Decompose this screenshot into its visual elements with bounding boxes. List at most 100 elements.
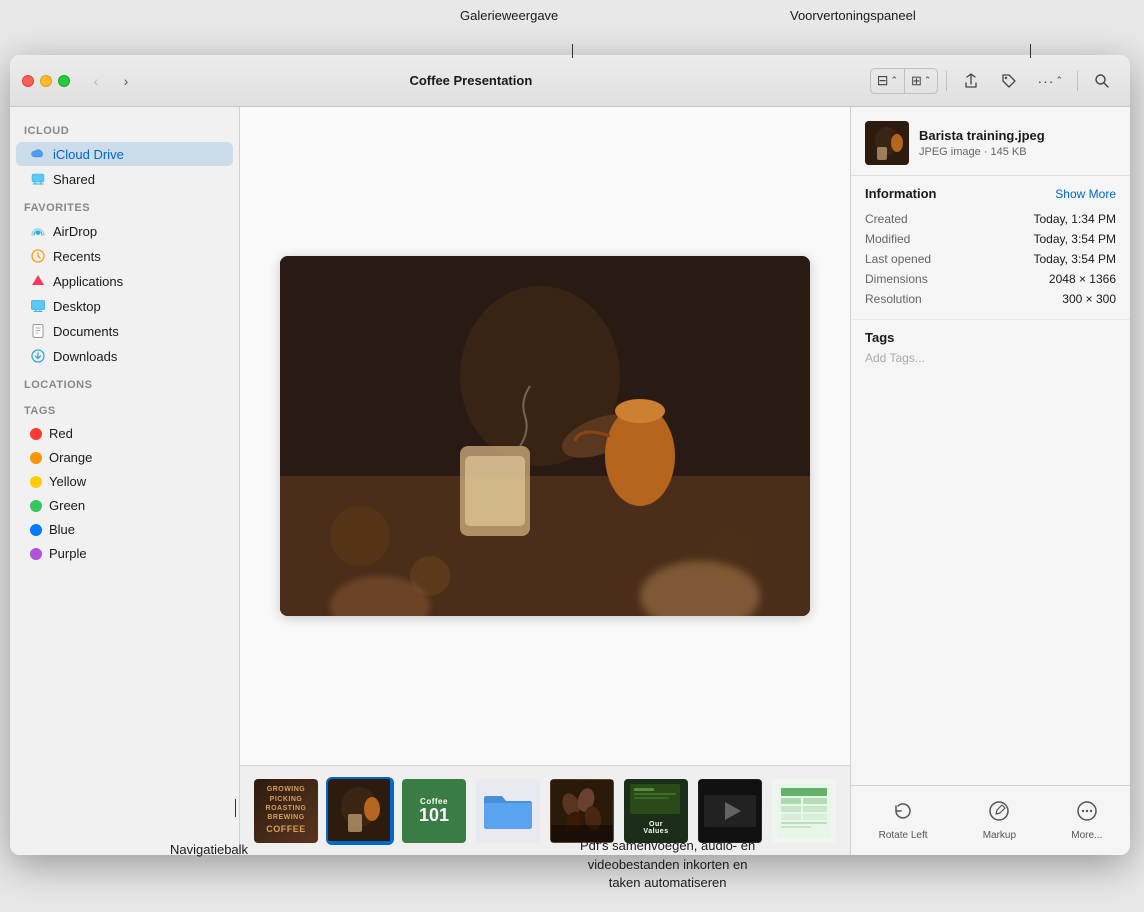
info-row-modified: Modified Today, 3:54 PM (865, 229, 1116, 249)
downloads-icon (30, 348, 46, 364)
sidebar-section-tags: Tags (10, 395, 239, 421)
sidebar-item-shared[interactable]: Shared (16, 167, 233, 191)
sidebar-item-tag-blue[interactable]: Blue (16, 518, 233, 541)
info-row-resolution: Resolution 300 × 300 (865, 289, 1116, 309)
annotation-gallery-label: Galerieweergave (460, 8, 558, 23)
sidebar-item-desktop[interactable]: Desktop (16, 294, 233, 318)
thumbnail-strip: GROWINGPICKINGROASTINGBREWINGCOFFEE (240, 765, 850, 855)
info-row-created: Created Today, 1:34 PM (865, 209, 1116, 229)
last-opened-value: Today, 3:54 PM (1034, 252, 1117, 266)
sidebar-section-favorites: Favorites (10, 192, 239, 218)
thumbnail-101[interactable]: Coffee 101 (400, 777, 468, 845)
preview-panel: Barista training.jpeg JPEG image · 145 K… (850, 107, 1130, 855)
rotate-left-button[interactable]: Rotate Left (869, 794, 938, 847)
annotation-preview-label: Voorvertoningspaneel (790, 8, 916, 23)
sidebar-item-tag-red[interactable]: Red (16, 422, 233, 445)
gallery-image (280, 256, 810, 616)
thumbnail-beans[interactable] (548, 777, 616, 845)
created-label: Created (865, 212, 908, 226)
tags-section-title: Tags (865, 330, 1116, 345)
desktop-label: Desktop (53, 299, 101, 314)
more-label: More... (1071, 830, 1102, 841)
modified-value: Today, 3:54 PM (1034, 232, 1117, 246)
created-value: Today, 1:34 PM (1034, 212, 1117, 226)
airdrop-icon (30, 223, 46, 239)
more-options-button[interactable]: ··· ⌃ (1031, 68, 1069, 94)
preview-actions: Rotate Left Markup (851, 785, 1130, 855)
sidebar-item-recents[interactable]: Recents (16, 244, 233, 268)
shared-icon (30, 171, 46, 187)
tag-label-blue: Blue (49, 522, 75, 537)
maximize-button[interactable] (58, 75, 70, 87)
view-grid-button[interactable]: ⊞ ⌃ (905, 69, 937, 93)
sidebar-item-tag-yellow[interactable]: Yellow (16, 470, 233, 493)
sidebar: iCloud iCloud Drive Shared (10, 107, 240, 855)
preview-file-info: Barista training.jpeg JPEG image · 145 K… (919, 128, 1116, 159)
markup-button[interactable]: Markup (973, 794, 1026, 847)
preview-header: Barista training.jpeg JPEG image · 145 K… (851, 107, 1130, 176)
dimensions-label: Dimensions (865, 272, 928, 286)
sidebar-section-locations: Locations (10, 369, 239, 395)
tag-label-purple: Purple (49, 546, 87, 561)
documents-icon (30, 323, 46, 339)
tag-button[interactable] (993, 68, 1025, 94)
add-tags-field[interactable]: Add Tags... (865, 351, 1116, 365)
preview-filetype: JPEG image · 145 KB (919, 146, 1116, 158)
more-button[interactable]: More... (1061, 794, 1112, 847)
tag-dot-red (30, 428, 42, 440)
sidebar-item-tag-green[interactable]: Green (16, 494, 233, 517)
airdrop-label: AirDrop (53, 224, 97, 239)
view-toggle: ⊟ ⌃ ⊞ ⌃ (870, 68, 939, 94)
show-more-link[interactable]: Show More (1055, 187, 1116, 201)
more-icon (1076, 800, 1098, 827)
resolution-label: Resolution (865, 292, 922, 306)
thumbnail-coffee-book[interactable]: GROWINGPICKINGROASTINGBREWINGCOFFEE (252, 777, 320, 845)
thumbnail-folder[interactable] (474, 777, 542, 845)
sidebar-item-tag-orange[interactable]: Orange (16, 446, 233, 469)
barista-photo (280, 256, 810, 616)
tag-dot-purple (30, 548, 42, 560)
tag-dot-green (30, 500, 42, 512)
sidebar-item-airdrop[interactable]: AirDrop (16, 219, 233, 243)
window-title: Coffee Presentation (72, 73, 870, 88)
sidebar-item-documents[interactable]: Documents (16, 319, 233, 343)
applications-icon (30, 273, 46, 289)
preview-filename: Barista training.jpeg (919, 128, 1116, 145)
minimize-button[interactable] (40, 75, 52, 87)
documents-label: Documents (53, 324, 119, 339)
recents-icon (30, 248, 46, 264)
thumbnail-values[interactable]: OurValues (622, 777, 690, 845)
resolution-value: 300 × 300 (1062, 292, 1116, 306)
view-gallery-button[interactable]: ⊟ ⌃ (871, 69, 905, 93)
downloads-label: Downloads (53, 349, 117, 364)
sidebar-item-downloads[interactable]: Downloads (16, 344, 233, 368)
thumbnail-green[interactable] (770, 777, 838, 845)
tag-dot-orange (30, 452, 42, 464)
icloud-drive-icon (30, 146, 46, 162)
thumbnail-barista[interactable] (326, 777, 394, 845)
traffic-lights (22, 75, 70, 87)
share-button[interactable] (955, 68, 987, 94)
sidebar-item-applications[interactable]: Applications (16, 269, 233, 293)
sidebar-item-tag-purple[interactable]: Purple (16, 542, 233, 565)
preview-spacer (851, 375, 1130, 785)
close-button[interactable] (22, 75, 34, 87)
toolbar-divider-2 (1077, 71, 1078, 91)
info-row-last-opened: Last opened Today, 3:54 PM (865, 249, 1116, 269)
tags-container: RedOrangeYellow Green Blue Purple (10, 422, 239, 565)
sidebar-item-icloud-drive[interactable]: iCloud Drive (16, 142, 233, 166)
info-title: Information (865, 186, 937, 201)
sidebar-section-icloud: iCloud (10, 115, 239, 141)
tag-dot-blue (30, 524, 42, 536)
finder-window: ‹ › Coffee Presentation ⊟ ⌃ ⊞ ⌃ (10, 55, 1130, 855)
tag-label-green: Green (49, 498, 85, 513)
thumbnail-dark[interactable] (696, 777, 764, 845)
rotate-left-icon (892, 800, 914, 827)
preview-info-section: Information Show More Created Today, 1:3… (851, 176, 1130, 319)
preview-tags-section: Tags Add Tags... (851, 319, 1130, 375)
search-button[interactable] (1086, 68, 1118, 94)
toolbar-right: ⊟ ⌃ ⊞ ⌃ ··· (870, 68, 1118, 94)
shared-label: Shared (53, 172, 95, 187)
desktop-icon (30, 298, 46, 314)
modified-label: Modified (865, 232, 910, 246)
